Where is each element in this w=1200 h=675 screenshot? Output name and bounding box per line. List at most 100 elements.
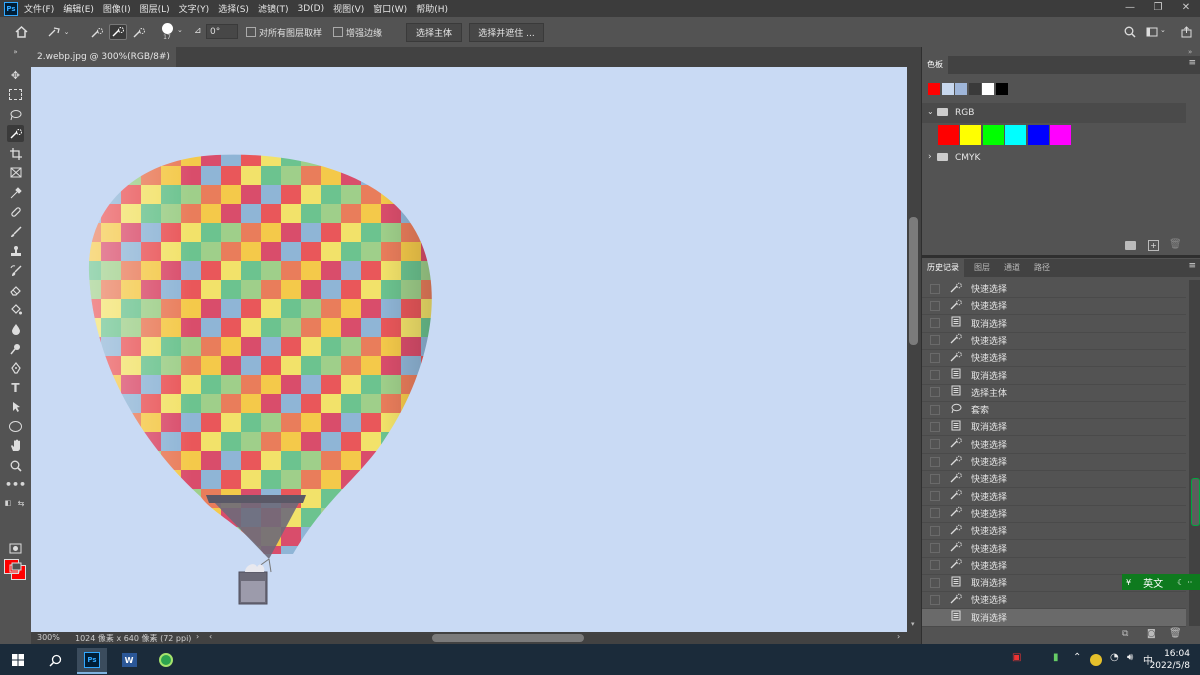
paths-tab[interactable]: 路径 — [1034, 259, 1050, 277]
menu-file[interactable]: 文件(F) — [24, 2, 54, 15]
new-group-icon[interactable] — [1125, 241, 1136, 250]
scroll-left-icon[interactable]: ‹ — [209, 632, 212, 641]
new-selection-icon[interactable] — [89, 26, 105, 40]
enhance-edge-checkbox[interactable] — [333, 27, 343, 37]
rgb-group-row[interactable]: ⌄ RGB — [922, 103, 1186, 123]
layers-tab[interactable]: 图层 — [974, 259, 990, 277]
recent-swatch[interactable] — [968, 83, 981, 95]
quick-selection-tool-icon[interactable] — [7, 125, 24, 142]
history-brush-source-checkbox[interactable] — [930, 560, 940, 571]
home-icon[interactable] — [12, 23, 30, 40]
recent-swatch[interactable] — [955, 83, 967, 95]
history-brush-source-checkbox[interactable] — [930, 612, 940, 623]
history-state[interactable]: 快速选择 — [922, 591, 1186, 610]
collapse-toolbar-icon[interactable]: » — [7, 48, 24, 56]
history-state[interactable]: 取消选择 — [922, 367, 1186, 385]
menu-help[interactable]: 帮助(H) — [416, 2, 448, 15]
rgb-swatch[interactable] — [960, 125, 982, 145]
history-state[interactable]: 快速选择 — [922, 557, 1186, 575]
edit-toolbar-icon[interactable]: ••• — [5, 476, 26, 493]
show-hidden-icons-icon[interactable]: ⌃ — [1073, 652, 1081, 663]
history-state[interactable]: 取消选择 — [922, 315, 1186, 333]
rgb-swatch[interactable] — [1005, 125, 1027, 145]
menu-select[interactable]: 选择(S) — [218, 2, 249, 15]
menu-view[interactable]: 视图(V) — [333, 2, 364, 15]
menu-type[interactable]: 文字(Y) — [179, 2, 210, 15]
brush-tool-icon[interactable] — [7, 223, 24, 240]
history-brush-source-checkbox[interactable] — [930, 370, 940, 380]
pen-tool-icon[interactable] — [7, 359, 24, 376]
history-state[interactable]: 快速选择 — [922, 488, 1186, 506]
clone-stamp-tool-icon[interactable] — [7, 242, 24, 259]
history-brush-source-checkbox[interactable] — [930, 577, 940, 588]
scroll-down-icon[interactable]: ▾ — [911, 620, 915, 628]
ime-more-icon[interactable]: ·· — [1187, 578, 1192, 587]
channels-tab[interactable]: 通道 — [1004, 259, 1020, 277]
select-subject-button[interactable]: 选择主体 — [406, 23, 462, 42]
path-selection-tool-icon[interactable] — [7, 398, 24, 415]
angle-input[interactable]: 0° — [206, 24, 238, 39]
sample-all-layers-checkbox[interactable] — [246, 27, 256, 37]
ellipse-tool-icon[interactable] — [7, 418, 24, 435]
history-state[interactable]: 快速选择 — [922, 505, 1186, 523]
search-icon[interactable] — [1124, 26, 1136, 41]
marquee-tool-icon[interactable] — [7, 86, 24, 103]
taskbar-browser-icon[interactable] — [151, 648, 181, 672]
history-brush-source-checkbox[interactable] — [930, 456, 940, 467]
history-brush-source-checkbox[interactable] — [930, 404, 940, 415]
document-tab[interactable]: 2.webp.jpg @ 300%(RGB/8#) * × — [31, 47, 176, 82]
history-brush-source-checkbox[interactable] — [930, 352, 940, 363]
history-brush-source-checkbox[interactable] — [930, 421, 940, 432]
history-state[interactable]: 快速选择 — [922, 280, 1186, 298]
antivirus-tray-icon[interactable]: ▣ — [1012, 652, 1021, 663]
type-tool-icon[interactable]: T — [7, 379, 24, 396]
screen-mode-icon[interactable] — [7, 559, 24, 576]
history-brush-source-checkbox[interactable] — [930, 300, 940, 311]
history-brush-source-checkbox[interactable] — [930, 283, 940, 294]
history-scroll-thumb[interactable] — [1191, 478, 1200, 526]
volume-tray-icon[interactable]: 🔊︎ — [1127, 652, 1133, 663]
new-document-from-state-icon[interactable]: ⧉ — [1122, 629, 1128, 639]
create-snapshot-icon[interactable]: ◙ — [1147, 629, 1156, 639]
hand-tool-icon[interactable] — [7, 437, 24, 454]
history-brush-source-checkbox[interactable] — [930, 508, 940, 519]
rgb-swatch[interactable] — [1050, 125, 1071, 145]
subtract-from-selection-icon[interactable] — [131, 26, 147, 40]
menu-image[interactable]: 图像(I) — [103, 2, 131, 15]
vertical-scroll-thumb[interactable] — [909, 217, 918, 345]
brush-dropdown-icon[interactable]: ⌄ — [177, 26, 183, 34]
history-brush-source-checkbox[interactable] — [930, 387, 940, 398]
history-brush-source-checkbox[interactable] — [930, 318, 940, 329]
workspace-dropdown-icon[interactable]: ⌄ — [1160, 26, 1166, 34]
history-state[interactable]: 套索 — [922, 401, 1186, 420]
minimize-button[interactable]: — — [1116, 0, 1144, 17]
recent-swatch[interactable] — [982, 83, 994, 95]
tool-preset-picker[interactable]: ⌄ — [43, 23, 73, 40]
eraser-tool-icon[interactable] — [7, 281, 24, 298]
history-brush-source-checkbox[interactable] — [930, 335, 940, 346]
taskbar-photoshop-icon[interactable]: Ps — [77, 648, 107, 674]
healing-brush-tool-icon[interactable] — [7, 203, 24, 220]
close-window-button[interactable]: ✕ — [1172, 0, 1200, 17]
vertical-scrollbar[interactable] — [907, 67, 921, 632]
ime-expand-icon[interactable]: ¥ — [1126, 578, 1131, 587]
history-state[interactable]: 快速选择 — [922, 349, 1186, 368]
recent-swatch[interactable] — [995, 83, 1008, 95]
menu-filter[interactable]: 滤镜(T) — [258, 2, 289, 15]
blur-tool-icon[interactable] — [7, 320, 24, 337]
crop-tool-icon[interactable] — [7, 145, 24, 162]
network-tray-icon[interactable]: ◔ — [1110, 652, 1119, 663]
menu-3d[interactable]: 3D(D) — [297, 4, 324, 14]
ime-moon-icon[interactable]: ☾ — [1177, 578, 1184, 587]
zoom-tool-icon[interactable] — [7, 457, 24, 474]
document-canvas[interactable] — [31, 67, 907, 632]
dodge-tool-icon[interactable] — [7, 340, 24, 357]
history-menu-icon[interactable]: ≡ — [1188, 261, 1196, 271]
history-state[interactable]: 快速选择 — [922, 297, 1186, 316]
history-state[interactable]: 快速选择 — [922, 522, 1186, 541]
menu-edit[interactable]: 编辑(E) — [63, 2, 94, 15]
history-brush-source-checkbox[interactable] — [930, 439, 940, 450]
horizontal-scroll-thumb[interactable] — [432, 634, 584, 642]
history-brush-source-checkbox[interactable] — [930, 491, 940, 502]
menu-layer[interactable]: 图层(L) — [140, 2, 170, 15]
